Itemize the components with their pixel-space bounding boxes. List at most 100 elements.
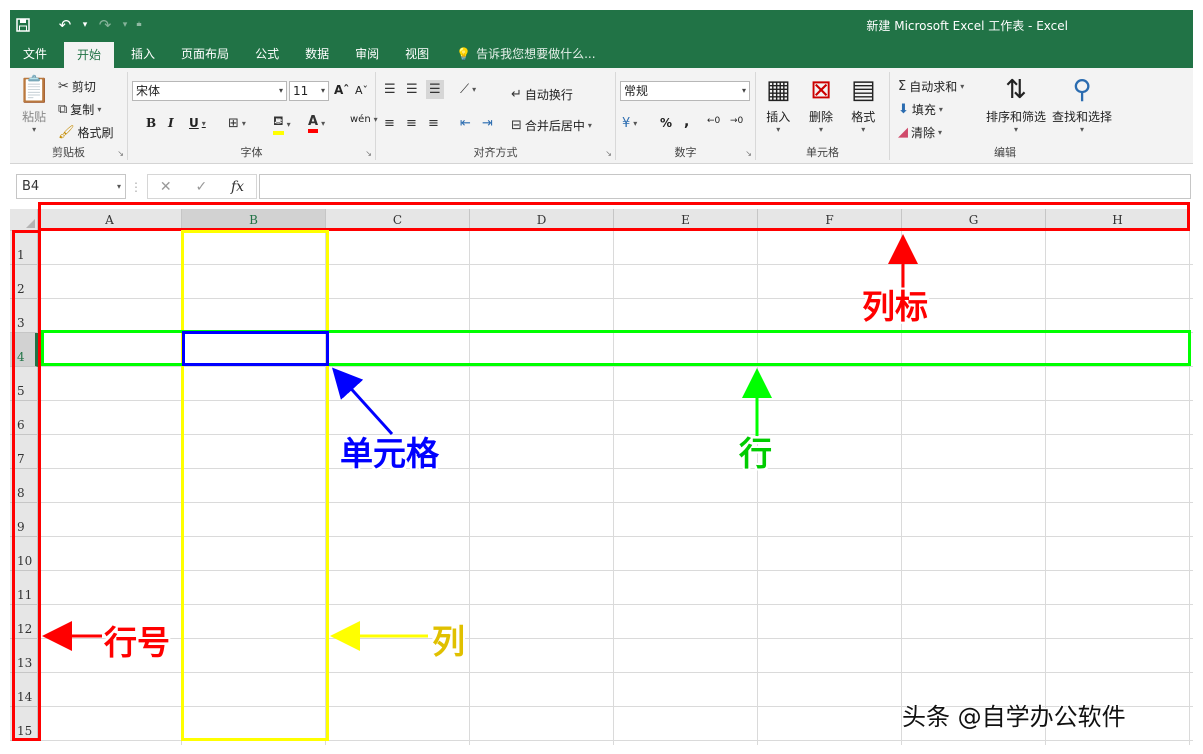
fill-button[interactable]: ⬇ 填充 ▾ [898,101,943,118]
decrease-indent-button[interactable]: ⇤ [460,116,471,131]
align-left-button[interactable]: ≡ [384,116,395,131]
alignment-group-label: 对齐方式 [473,146,518,159]
chevron-down-icon: ▾ [1014,125,1019,134]
font-group: 宋体 ▾ 11 ▾ Aˆ Aˇ B I U ▾ ⊞ ▾ ⛾ ▾ A ▾ wén ▾ 字体 … [128,72,378,160]
formula-input[interactable] [259,174,1191,199]
find-select-button[interactable]: ⚲ 查找和选择 ▾ [1052,74,1112,134]
undo-icon[interactable]: ↶ [52,12,78,38]
fill-color-button[interactable]: ⛾ ▾ [273,114,291,135]
underline-button[interactable]: U ▾ [189,116,206,130]
chevron-down-icon: ▾ [776,125,781,134]
align-right-button[interactable]: ≡ [428,116,439,131]
font-name-select[interactable]: 宋体 ▾ [132,81,287,101]
accounting-format-button[interactable]: ¥ ▾ [622,116,637,131]
scissors-icon: ✂ [58,79,69,94]
tell-me-box[interactable]: 💡 告诉我您想要做什么... [442,40,595,68]
chevron-down-icon: ▾ [960,82,965,91]
select-all-corner[interactable] [10,209,38,231]
decrease-font-button[interactable]: Aˇ [355,84,368,97]
chevron-down-icon: ▾ [633,119,638,128]
window-title: 新建 Microsoft Excel 工作表 - Excel [866,19,1068,33]
tab-data[interactable]: 数据 [292,40,342,68]
merge-center-button[interactable]: ⊟ 合并后居中 ▾ [511,117,592,134]
font-size-select[interactable]: 11 ▾ [289,81,329,101]
tab-insert[interactable]: 插入 [118,40,168,68]
column-headers-highlight [38,202,1190,231]
grid-column-line [757,231,758,745]
sort-filter-icon: ⇅ [1005,75,1027,105]
redo-dropdown-icon[interactable]: ▾ [118,12,132,38]
tab-page-layout[interactable]: 页面布局 [168,40,242,68]
enter-icon[interactable]: ✓ [195,179,207,195]
cancel-icon[interactable]: ✕ [160,179,172,195]
paste-button[interactable]: 📋 粘贴 ▾ [18,74,50,134]
align-top-icon: ☰ [384,82,396,97]
font-color-button[interactable]: A ▾ [308,114,325,133]
tab-home[interactable]: 开始 [64,42,115,68]
autosum-button[interactable]: Σ 自动求和 ▾ [898,78,964,95]
insert-function-icon[interactable]: fx [231,179,244,195]
decrease-font-icon: Aˇ [355,84,369,97]
bold-button[interactable]: B [146,116,156,130]
align-bottom-icon: ☰ [429,82,441,97]
dialog-launcher-icon[interactable]: ↘ [117,149,124,158]
paste-icon: 📋 [18,75,51,105]
italic-button[interactable]: I [168,116,174,130]
align-top-button[interactable]: ☰ [384,82,396,97]
align-center-icon: ≡ [406,116,417,131]
align-center-button[interactable]: ≡ [406,116,417,131]
grid-column-line [1189,231,1190,745]
copy-button[interactable]: ⧉ 复制 ▾ [58,101,101,118]
increase-decimal-button[interactable]: ←0 [707,116,720,126]
save-icon[interactable] [10,12,36,38]
format-painter-button[interactable]: 🖌 格式刷 [58,124,114,141]
clear-button[interactable]: ◢ 清除 ▾ [898,124,942,141]
format-cells-button[interactable]: ▤ 格式 ▾ [851,74,876,134]
delete-cells-button[interactable]: ⊠ 删除 ▾ [809,74,833,134]
chevron-down-icon: ▾ [938,105,943,114]
comma-button[interactable]: , [684,114,689,130]
formula-bar-splitter[interactable]: ⋮ [130,180,142,194]
cells-group-label: 单元格 [806,146,839,159]
customize-qat-icon[interactable]: ⩧ [132,12,146,38]
increase-font-button[interactable]: Aˆ [334,83,349,97]
percent-button[interactable]: % [660,116,672,130]
dialog-launcher-icon[interactable]: ↘ [745,149,752,158]
undo-dropdown-icon[interactable]: ▾ [78,12,92,38]
chevron-down-icon: ▾ [861,125,866,134]
number-format-select[interactable]: 常规 ▾ [620,81,750,101]
alignment-group: ☰ ☰ ☰ ⟋ ▾ ≡ ≡ ≡ ⇤ ⇥ ↵ 自动换行 ⊟ 合并后居中 ▾ 对齐方式 ↘ [376,72,616,160]
tab-file[interactable]: 文件 [10,40,60,68]
dialog-launcher-icon[interactable]: ↘ [365,149,372,158]
row-numbers-highlight [12,230,41,741]
redo-icon[interactable]: ↷ [92,12,118,38]
sort-filter-button[interactable]: ⇅ 排序和筛选 ▾ [986,74,1046,134]
insert-cells-button[interactable]: ▦ 插入 ▾ [766,74,791,134]
cell-label: 单元格 [340,434,439,473]
dialog-launcher-icon[interactable]: ↘ [605,149,612,158]
selected-cell-b4[interactable] [182,331,329,366]
font-group-label: 字体 [240,146,263,159]
align-middle-button[interactable]: ☰ [406,82,418,97]
align-bottom-button[interactable]: ☰ [426,80,444,99]
cut-button[interactable]: ✂ 剪切 [58,78,96,95]
increase-indent-button[interactable]: ⇥ [482,116,493,131]
chevron-down-icon: ▾ [241,119,246,128]
borders-button[interactable]: ⊞ ▾ [228,116,246,131]
ribbon-tabs: 文件 开始 插入 页面布局 公式 数据 审阅 视图 💡 告诉我您想要做什么... [10,40,1193,68]
column-label: 列 [432,622,465,661]
decrease-decimal-button[interactable]: →0 [730,116,743,126]
phonetic-button[interactable]: wén ▾ [350,114,378,125]
orientation-button[interactable]: ⟋ ▾ [460,82,476,97]
fill-down-icon: ⬇ [898,102,909,117]
editing-group-label: 编辑 [994,146,1016,159]
tab-view[interactable]: 视图 [392,40,442,68]
ribbon: 📋 粘贴 ▾ ✂ 剪切 ⧉ 复制 ▾ 🖌 格式刷 剪贴板 ↘ 宋体 ▾ 11 ▾… [10,68,1193,164]
wrap-text-button[interactable]: ↵ 自动换行 [511,86,573,103]
watermark: 头条 @自学办公软件 [902,703,1126,731]
tab-review[interactable]: 审阅 [342,40,392,68]
cells-group: ▦ 插入 ▾ ⊠ 删除 ▾ ▤ 格式 ▾ 单元格 [756,72,890,160]
increase-font-icon: Aˆ [334,83,350,97]
name-box[interactable]: B4 ▾ [16,174,126,199]
tab-formulas[interactable]: 公式 [242,40,292,68]
